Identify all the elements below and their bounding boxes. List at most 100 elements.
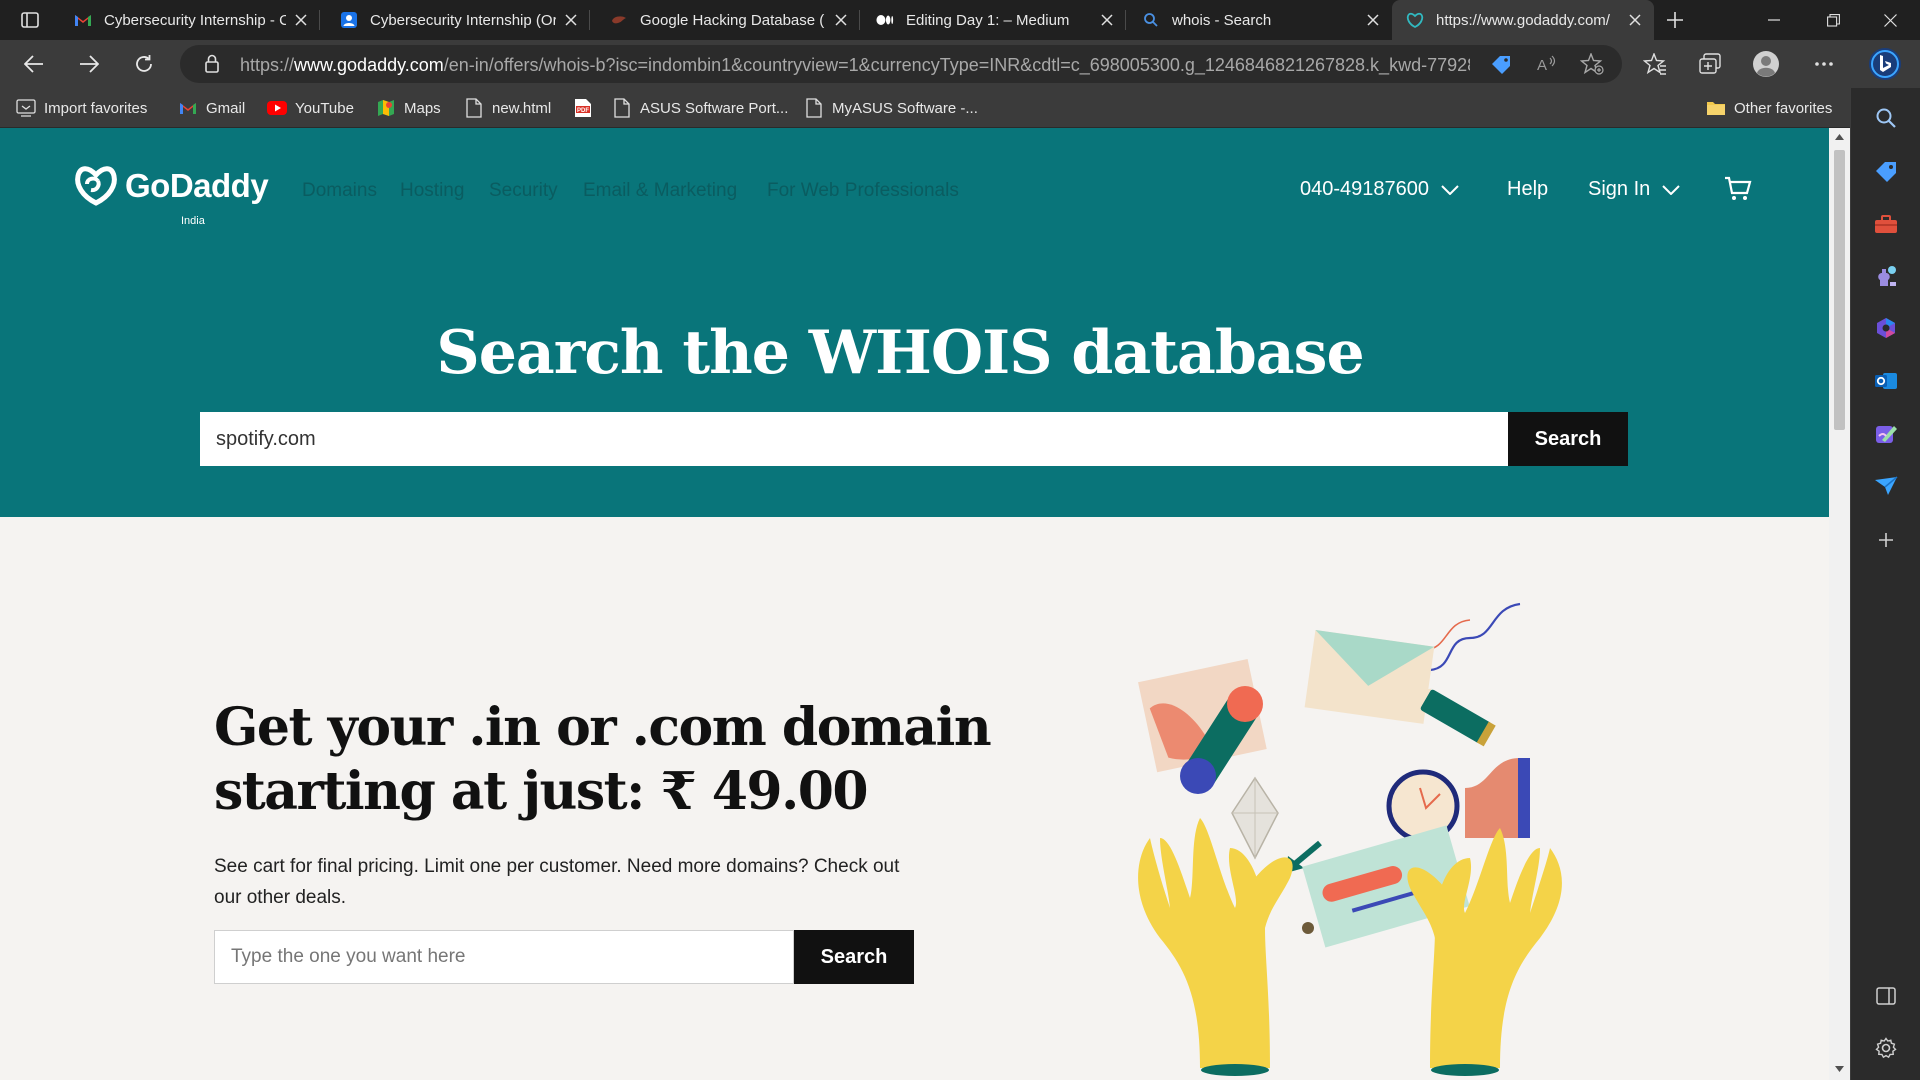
tab-whois-search[interactable]: whois - Search [1128, 0, 1392, 40]
godaddy-logo[interactable]: GoDaddy [73, 164, 269, 224]
gmail-icon [178, 98, 198, 118]
outlook-icon [1875, 373, 1897, 389]
favorite-new-html[interactable]: new.html [464, 96, 551, 120]
sidebar-designer-button[interactable] [1868, 416, 1904, 452]
bing-copilot-button[interactable] [1866, 46, 1904, 82]
tab-contacts-internship[interactable]: Cybersecurity Internship (Or [326, 0, 590, 40]
games-icon [1878, 266, 1896, 286]
sidebar-settings-button[interactable] [1868, 1030, 1904, 1066]
phone-number: 040-49187600 [1300, 178, 1430, 200]
avatar-icon [1753, 51, 1779, 77]
page-scrollbar[interactable] [1829, 128, 1850, 1080]
close-icon[interactable] [1364, 11, 1382, 29]
nav-hosting[interactable]: Hosting [400, 180, 464, 202]
sidebar-hide-button[interactable] [1868, 978, 1904, 1014]
favorite-gmail[interactable]: Gmail [178, 96, 245, 120]
sidebar-games-button[interactable] [1868, 258, 1904, 294]
plus-icon [1667, 12, 1683, 28]
tab-title: Google Hacking Database ( [640, 11, 825, 29]
nav-for-web-professionals[interactable]: For Web Professionals [767, 180, 959, 202]
microsoft365-icon [1877, 318, 1895, 338]
restore-button[interactable] [1805, 0, 1861, 40]
sidebar-panel-icon [1876, 987, 1896, 1005]
edge-sidebar [1850, 88, 1920, 1080]
sidebar-drop-button[interactable] [1868, 468, 1904, 504]
collections-icon [1699, 53, 1721, 74]
nav-security[interactable]: Security [489, 180, 558, 202]
back-button[interactable] [16, 48, 52, 80]
favorites-icon [1643, 53, 1666, 75]
favorite-youtube[interactable]: YouTube [267, 96, 354, 120]
promo-headline-line2: starting at just: ₹ 49.00 [214, 761, 869, 822]
tab-title: Cybersecurity Internship (Or [370, 11, 556, 29]
chevron-down-icon [1441, 184, 1459, 195]
tab-actions-button[interactable] [13, 6, 47, 34]
favorite-label: Other favorites [1734, 99, 1833, 117]
maps-icon [376, 98, 396, 118]
other-favorites-folder[interactable]: Other favorites [1706, 96, 1832, 120]
coupon-tag-icon [1492, 56, 1510, 74]
domain-search-button[interactable]: Search [794, 930, 914, 984]
tab-google-hacking-database[interactable]: Google Hacking Database ( [596, 0, 860, 40]
help-link[interactable]: Help [1507, 178, 1548, 201]
favorite-asus-software-portal[interactable]: ASUS Software Port... [612, 96, 788, 120]
tab-medium-editing[interactable]: Editing Day 1: – Medium [862, 0, 1126, 40]
sidebar-shopping-button[interactable] [1868, 153, 1904, 189]
whois-search-input[interactable] [200, 412, 1508, 466]
bing-icon [1869, 48, 1901, 80]
browser-toolbar: https://www.godaddy.com/en-in/offers/who… [0, 40, 1920, 88]
hero-section: GoDaddy India Domains Hosting Security E… [0, 128, 1829, 517]
favorite-pdf[interactable]: PDF [573, 96, 601, 120]
close-icon[interactable] [292, 11, 310, 29]
close-window-button[interactable] [1862, 0, 1918, 40]
collections-button[interactable] [1692, 48, 1728, 80]
favorite-label: Maps [404, 99, 441, 117]
forward-button[interactable] [71, 48, 107, 80]
tab-strip: Cybersecurity Internship - C Cybersecuri… [0, 0, 1920, 40]
settings-more-button[interactable] [1806, 48, 1842, 80]
close-icon[interactable] [832, 11, 850, 29]
cart-button[interactable] [1724, 176, 1752, 202]
favorite-myasus-software[interactable]: MyASUS Software -... [804, 96, 978, 120]
scrollbar-thumb[interactable] [1834, 150, 1845, 430]
new-tab-button[interactable] [1660, 6, 1690, 34]
svg-text:A: A [1537, 57, 1547, 74]
nav-domains[interactable]: Domains [302, 180, 377, 202]
favorites-button[interactable] [1637, 48, 1673, 80]
hero-illustration [1138, 602, 1562, 1076]
tab-separator [859, 10, 860, 30]
phone-dropdown[interactable]: 040-49187600 [1300, 178, 1459, 201]
close-icon[interactable] [562, 11, 580, 29]
sidebar-tools-button[interactable] [1868, 206, 1904, 242]
godaddy-logo-icon [75, 166, 117, 206]
favorite-maps[interactable]: Maps [376, 96, 441, 120]
sidebar-outlook-button[interactable] [1868, 363, 1904, 399]
favorite-import-favorites[interactable]: Import favorites [16, 96, 147, 120]
nav-email-marketing[interactable]: Email & Marketing [583, 180, 737, 202]
search-icon [1142, 11, 1160, 29]
close-icon[interactable] [1626, 11, 1644, 29]
page-icon [464, 98, 484, 118]
chevron-down-icon [1662, 184, 1680, 195]
gear-icon [1875, 1037, 1897, 1059]
whois-search-button[interactable]: Search [1508, 412, 1628, 466]
sidebar-search-button[interactable] [1868, 100, 1904, 136]
minimize-button[interactable] [1746, 0, 1802, 40]
designer-icon [1876, 426, 1897, 443]
sidebar-microsoft365-button[interactable] [1868, 310, 1904, 346]
sign-in-dropdown[interactable]: Sign In [1588, 178, 1680, 201]
profile-button[interactable] [1748, 48, 1784, 80]
promo-headline: Get your .in or .com domain starting at … [214, 696, 992, 824]
sidebar-add-button[interactable] [1868, 522, 1904, 558]
url-text[interactable]: https://www.godaddy.com/en-in/offers/who… [240, 55, 1470, 76]
send-icon [1875, 476, 1898, 495]
add-favorite-icon [1580, 53, 1604, 75]
tab-godaddy[interactable]: https://www.godaddy.com/ [1392, 0, 1654, 40]
import-icon [16, 98, 36, 118]
address-bar[interactable]: https://www.godaddy.com/en-in/offers/who… [180, 45, 1622, 83]
domain-search-input[interactable] [214, 930, 794, 984]
refresh-button[interactable] [126, 48, 162, 80]
close-icon[interactable] [1098, 11, 1116, 29]
promo-description: See cart for final pricing. Limit one pe… [214, 856, 900, 908]
tab-gmail-internship[interactable]: Cybersecurity Internship - C [60, 0, 320, 40]
